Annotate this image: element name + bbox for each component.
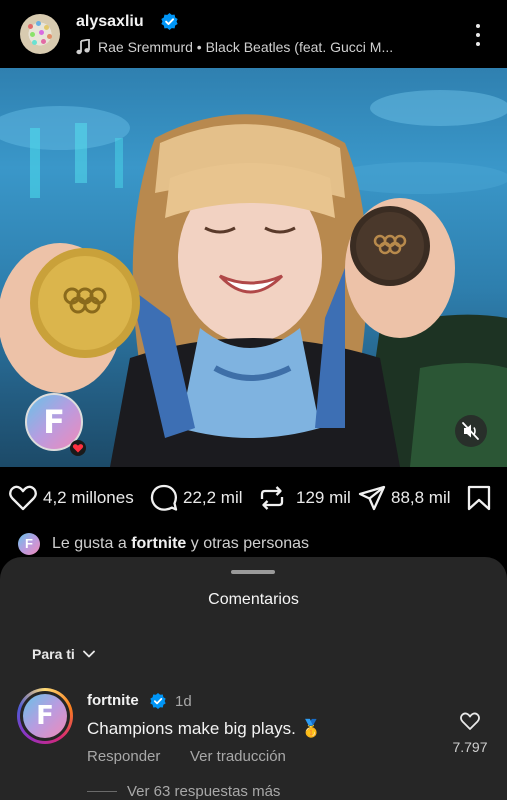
more-options-icon[interactable] bbox=[470, 22, 486, 48]
music-track-label[interactable]: Rae Sremmurd • Black Beatles (feat. Gucc… bbox=[98, 39, 393, 55]
replies-divider bbox=[87, 791, 117, 792]
verified-badge-icon bbox=[161, 13, 178, 30]
share-count: 88,8 mil bbox=[391, 488, 451, 507]
comment-count: 22,2 mil bbox=[183, 488, 243, 507]
comment-action[interactable]: 22,2 mil bbox=[150, 478, 243, 518]
mute-audio-button[interactable] bbox=[455, 415, 487, 447]
heart-icon bbox=[9, 485, 37, 511]
save-action[interactable] bbox=[466, 478, 492, 518]
comment-username[interactable]: fortnite bbox=[87, 692, 139, 709]
like-count: 4,2 millones bbox=[43, 488, 134, 507]
liked-by-prefix: Le gusta a bbox=[52, 535, 127, 552]
liked-by-suffix: y otras personas bbox=[190, 535, 310, 552]
comment-sort-dropdown[interactable]: Para ti bbox=[32, 646, 95, 662]
repost-icon bbox=[260, 486, 284, 510]
comment-like-heart-icon[interactable] bbox=[459, 711, 481, 731]
comment-bubble-icon bbox=[150, 484, 178, 511]
view-more-replies[interactable]: Ver 63 respuestas más bbox=[87, 783, 280, 800]
comment-like-count: 7.797 bbox=[452, 739, 488, 755]
heart-badge-icon bbox=[70, 440, 86, 456]
liked-by-user[interactable]: fortnite bbox=[131, 535, 186, 552]
comment-text: Champions make big plays. 🥇 bbox=[87, 719, 322, 738]
verified-badge-icon bbox=[150, 693, 166, 709]
see-translation-button[interactable]: Ver traducción bbox=[190, 748, 286, 765]
repost-count: 129 mil bbox=[296, 488, 351, 507]
sort-label: Para ti bbox=[32, 646, 75, 662]
reply-button[interactable]: Responder bbox=[87, 748, 160, 765]
sheet-title: Comentarios bbox=[208, 591, 299, 608]
commenter-avatar[interactable]: F bbox=[17, 688, 73, 744]
view-replies-label: Ver 63 respuestas más bbox=[127, 783, 281, 800]
post-action-bar: 4,2 millones 22,2 mil 129 mil 88,8 mil bbox=[0, 478, 507, 518]
comment-timestamp: 1d bbox=[175, 693, 192, 710]
post-username[interactable]: alysaxliu bbox=[76, 13, 144, 31]
comments-sheet: Comentarios Para ti F fortnite 1d Champi… bbox=[0, 557, 507, 800]
post-header: alysaxliu Rae Sremmurd • Black Beatles (… bbox=[0, 0, 507, 68]
profile-avatar[interactable] bbox=[20, 14, 60, 54]
repost-action[interactable]: 129 mil bbox=[258, 478, 351, 518]
share-action[interactable]: 88,8 mil bbox=[358, 478, 451, 518]
sheet-drag-handle[interactable] bbox=[231, 570, 275, 574]
speaker-muted-icon bbox=[462, 422, 479, 440]
bookmark-icon bbox=[467, 485, 491, 511]
liked-by-row[interactable]: F Le gusta a fortnite y otras personas bbox=[18, 532, 309, 556]
liked-by-avatar: F bbox=[18, 533, 40, 555]
music-note-icon bbox=[76, 39, 90, 55]
chevron-down-icon bbox=[82, 650, 95, 658]
send-icon bbox=[358, 485, 386, 511]
liked-by-text: Le gusta a fortnite y otras personas bbox=[52, 535, 309, 553]
like-action[interactable]: 4,2 millones bbox=[8, 478, 134, 518]
